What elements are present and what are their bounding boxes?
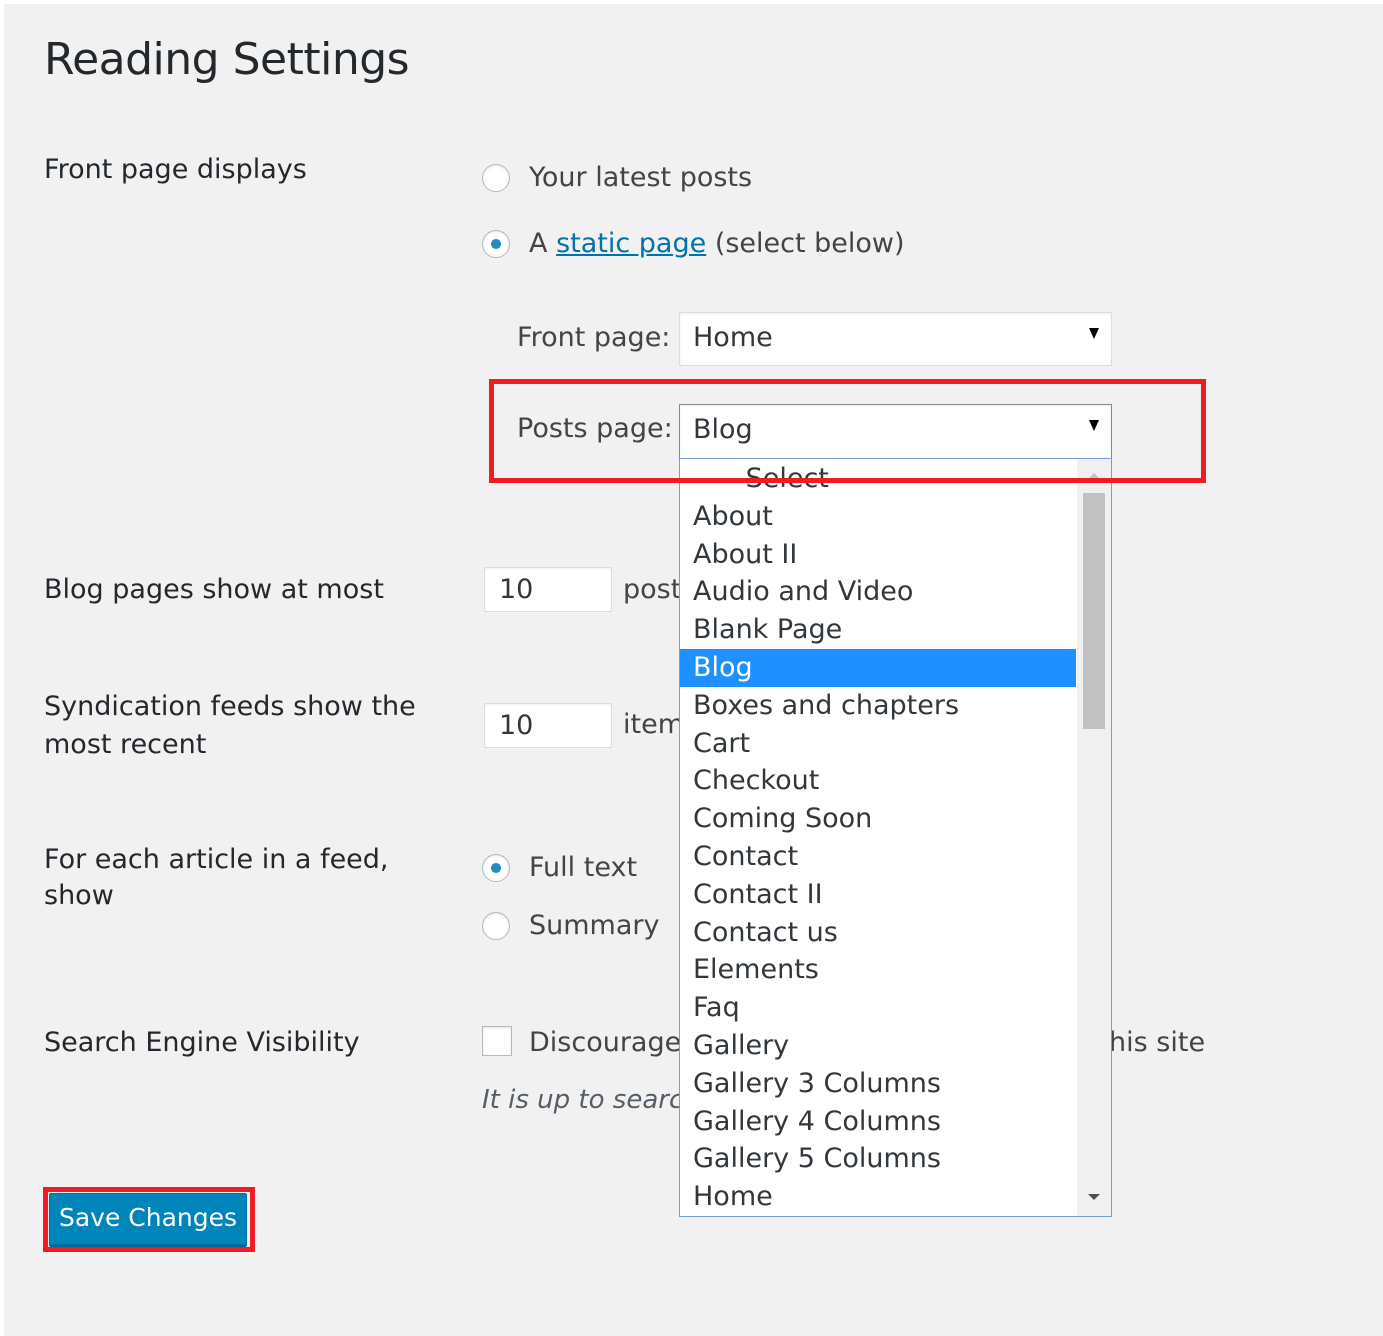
radio-full-text-label: Full text <box>529 852 638 883</box>
dropdown-option[interactable]: Cart <box>680 725 1076 763</box>
dropdown-option[interactable]: Gallery 5 Columns <box>680 1140 1076 1178</box>
dropdown-option[interactable]: About II <box>680 536 1076 574</box>
dropdown-option[interactable]: Gallery <box>680 1027 1076 1065</box>
save-button-highlight <box>43 1187 255 1252</box>
search-visibility-label: Search Engine Visibility <box>44 1027 360 1058</box>
dropdown-option[interactable]: Blank Page <box>680 611 1076 649</box>
scroll-down-icon[interactable] <box>1088 1194 1100 1200</box>
blog-pages-label: Blog pages show at most <box>44 574 384 605</box>
static-page-suffix: (select below) <box>714 228 905 259</box>
feed-article-label-line1: For each article in a feed, <box>44 844 389 875</box>
front-page-select[interactable]: Home <box>679 312 1112 366</box>
feed-items-input[interactable]: 10 <box>484 703 612 748</box>
dropdown-option[interactable]: Coming Soon <box>680 800 1076 838</box>
dropdown-option[interactable]: Contact <box>680 838 1076 876</box>
dropdown-option[interactable]: Checkout <box>680 762 1076 800</box>
discourage-search-checkbox[interactable] <box>482 1026 512 1056</box>
dropdown-option[interactable]: Boxes and chapters <box>680 687 1076 725</box>
front-page-displays-label: Front page displays <box>44 154 307 185</box>
dropdown-option[interactable]: Faq <box>680 989 1076 1027</box>
dropdown-option[interactable]: About <box>680 498 1076 536</box>
posts-page-highlight <box>489 379 1206 483</box>
syndication-label-line2: most recent <box>44 729 207 760</box>
radio-latest-posts[interactable] <box>482 164 510 192</box>
front-page-select-value: Home <box>693 322 773 353</box>
static-page-prefix: A <box>529 228 548 259</box>
radio-summary[interactable] <box>482 912 510 940</box>
scrollbar-thumb[interactable] <box>1083 493 1105 729</box>
posts-page-dropdown-list[interactable]: — Select — About About II Audio and Video Bl… <box>679 458 1112 1217</box>
radio-latest-posts-label: Your latest posts <box>529 162 753 193</box>
radio-static-page-label: A static page (select below) <box>529 227 905 261</box>
static-page-link[interactable]: static page <box>556 228 706 259</box>
posts-per-page-value: 10 <box>499 574 534 605</box>
radio-static-page[interactable] <box>482 230 510 258</box>
feed-article-label-line2: show <box>44 880 114 911</box>
dropdown-option[interactable]: Gallery 3 Columns <box>680 1065 1076 1103</box>
dropdown-option[interactable]: Gallery 4 Columns <box>680 1103 1076 1141</box>
dropdown-option[interactable]: Contact us <box>680 914 1076 952</box>
dropdown-option[interactable]: Elements <box>680 951 1076 989</box>
feed-items-value: 10 <box>499 710 534 741</box>
dropdown-option[interactable]: Home <box>680 1178 1076 1216</box>
dropdown-option[interactable]: Contact II <box>680 876 1076 914</box>
posts-per-page-input[interactable]: 10 <box>484 567 612 612</box>
radio-summary-label: Summary <box>529 910 660 941</box>
radio-full-text[interactable] <box>482 854 510 882</box>
page-title: Reading Settings <box>44 34 410 85</box>
dropdown-scrollbar[interactable] <box>1077 459 1111 1216</box>
front-page-label: Front page: <box>517 322 671 353</box>
chevron-down-icon <box>1089 328 1099 339</box>
dropdown-option[interactable]: Blog <box>680 649 1076 687</box>
dropdown-option[interactable]: Audio and Video <box>680 573 1076 611</box>
syndication-label-line1: Syndication feeds show the <box>44 691 416 722</box>
